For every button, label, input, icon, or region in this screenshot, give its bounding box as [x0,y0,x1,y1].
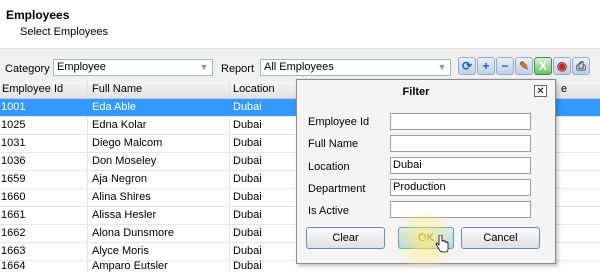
employee-id: 1659 [1,173,26,185]
employee-id: 1663 [1,245,26,257]
hand-cursor-icon [435,235,449,253]
clear-button[interactable]: Clear [306,227,385,249]
report-toolbar: Category Employee ▼ Report All Employees… [0,48,600,81]
full-name: Edna Kolar [92,119,147,131]
full-name: Alona Dunsmore [92,227,174,239]
dialog-title: Filter [402,86,430,98]
add-icon[interactable]: + [477,57,495,75]
remove-icon[interactable]: − [496,57,514,75]
close-icon[interactable]: ✕ [534,85,547,97]
employee-id: 1660 [1,191,26,203]
full-name: Don Moseley [92,155,157,167]
column-header[interactable]: Full Name [92,83,142,95]
employee-id-label: Employee Id [308,116,370,128]
page-header: Employees Select Employees [0,0,600,48]
location: Dubai [233,227,262,239]
location-label: Location [308,161,350,173]
location-value: Dubai [393,159,422,171]
cancel-button[interactable]: Cancel [461,227,540,249]
full-name: Alyce Moris [92,245,149,257]
location: Dubai [233,101,262,113]
employee-id: 1025 [1,119,26,131]
location: Dubai [233,173,262,185]
chevron-down-icon: ▼ [199,62,209,72]
location: Dubai [233,119,262,131]
page-subtitle: Select Employees [20,26,109,38]
column-header[interactable]: e [561,83,567,95]
report-value: All Employees [264,61,334,73]
category-value: Employee [57,61,106,73]
location: Dubai [233,260,262,272]
category-label: Category [5,63,50,75]
report-select[interactable]: All Employees ▼ [260,59,451,76]
report-label: Report [221,63,255,75]
chevron-down-icon: ▼ [437,62,447,72]
edit-icon[interactable]: ✎ [515,57,533,75]
preview-icon[interactable]: ◉ [553,57,571,75]
print-icon[interactable]: ⎙ [572,57,590,75]
is-active-label: Is Active [308,205,349,217]
employee-id-field[interactable] [390,113,531,130]
department-label: Department [308,183,366,195]
location: Dubai [233,155,262,167]
location: Dubai [233,209,262,221]
location: Dubai [233,245,262,257]
full-name: Alina Shires [92,191,151,203]
employee-id: 1001 [1,101,26,113]
is-active-field[interactable] [390,201,531,218]
employee-id: 1664 [1,260,26,272]
column-header[interactable]: Location [233,83,275,95]
page-title: Employees [6,8,70,22]
employee-id: 1031 [1,137,26,149]
full-name: Aja Negron [92,173,148,185]
full-name-field[interactable] [390,135,531,152]
full-name: Alissa Hesler [92,209,157,221]
refresh-icon[interactable]: ⟳ [458,57,476,75]
full-name-label: Full Name [308,138,359,150]
department-value: Production [393,181,446,193]
employee-id: 1661 [1,209,26,221]
location: Dubai [233,191,262,203]
category-select[interactable]: Employee ▼ [53,59,213,76]
full-name: Diego Malcom [92,137,163,149]
location: Dubai [233,137,262,149]
department-field[interactable]: Production [390,179,531,196]
filter-dialog: Filter ✕ Employee Id Full Name Location … [296,79,556,264]
excel-export-icon[interactable]: X [534,57,552,75]
full-name: Amparo Eutsler [92,260,168,272]
location-field[interactable]: Dubai [390,157,531,174]
employee-id: 1662 [1,227,26,239]
employee-id: 1036 [1,155,26,167]
full-name: Eda Able [92,101,137,113]
column-header[interactable]: Employee Id [2,83,63,95]
